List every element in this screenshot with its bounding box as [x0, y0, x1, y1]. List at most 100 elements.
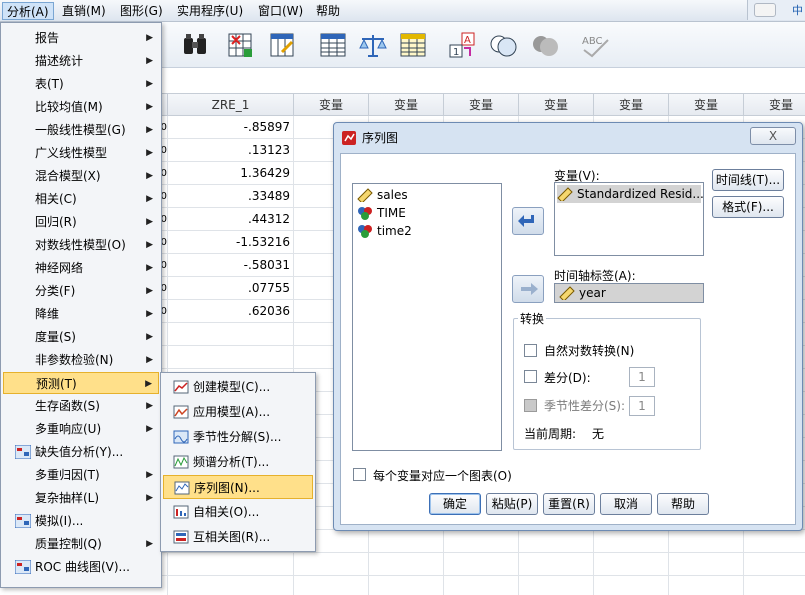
data-cell-empty[interactable] [519, 553, 594, 576]
menu-item-14[interactable]: 非参数检验(N) ▶ [3, 349, 159, 371]
move-to-time-axis-button[interactable] [512, 275, 544, 303]
column-header-var[interactable]: 变量 [744, 94, 805, 116]
menu-item-create-model[interactable]: 创建模型(C)... [163, 375, 313, 399]
menu-item-spectral-analysis[interactable]: 频谱分析(T)... [163, 450, 313, 474]
menu-utilities[interactable]: 实用程序(U) [173, 2, 247, 20]
menu-item-0[interactable]: 报告 ▶ [3, 27, 159, 49]
menu-item-5[interactable]: 广义线性模型 ▶ [3, 142, 159, 164]
seasonal-difference-checkbox[interactable] [524, 399, 537, 412]
menu-item-8[interactable]: 回归(R) ▶ [3, 211, 159, 233]
data-cell-empty[interactable] [294, 576, 369, 595]
menu-item-12[interactable]: 降维 ▶ [3, 303, 159, 325]
use-sets-icon[interactable] [488, 30, 518, 60]
data-cell-empty[interactable] [444, 576, 519, 595]
data-cell-empty[interactable] [594, 576, 669, 595]
menu-item-13[interactable]: 度量(S) ▶ [3, 326, 159, 348]
menu-item-7[interactable]: 相关(C) ▶ [3, 188, 159, 210]
binoculars-icon[interactable] [180, 30, 210, 60]
data-cell-zre[interactable]: .13123 [168, 139, 294, 162]
data-cell-empty[interactable] [744, 576, 805, 595]
menu-item-6[interactable]: 混合模型(X) ▶ [3, 165, 159, 187]
ime-indicator[interactable]: 中 [792, 2, 803, 18]
data-cell-empty[interactable] [519, 576, 594, 595]
menu-item-11[interactable]: 分类(F) ▶ [3, 280, 159, 302]
menu-item-17[interactable]: 多重响应(U) ▶ [3, 418, 159, 440]
menu-item-apply-model[interactable]: 应用模型(A)... [163, 400, 313, 424]
data-cell-zre[interactable]: .07755 [168, 277, 294, 300]
menu-item-2[interactable]: 表(T) ▶ [3, 73, 159, 95]
menu-analyze[interactable]: 分析(A) [2, 2, 54, 20]
menu-item-23[interactable]: ROC 曲线图(V)... [3, 556, 159, 578]
time-lines-button[interactable]: 时间线(T)... [712, 169, 784, 191]
data-cell-empty[interactable] [669, 553, 744, 576]
close-button[interactable]: X [750, 127, 796, 145]
menu-item-15[interactable]: 预测(T) ▶ [3, 372, 159, 394]
column-header-var[interactable]: 变量 [594, 94, 669, 116]
difference-checkbox[interactable] [524, 370, 537, 383]
weight-cases-icon[interactable] [358, 30, 388, 60]
value-labels-icon[interactable]: A 1 [448, 30, 478, 60]
insert-cases-icon[interactable] [226, 30, 256, 60]
menu-item-22[interactable]: 质量控制(Q) ▶ [3, 533, 159, 555]
data-cell-empty[interactable] [669, 576, 744, 595]
data-cell-zre[interactable]: .44312 [168, 208, 294, 231]
menu-item-4[interactable]: 一般线性模型(G) ▶ [3, 119, 159, 141]
select-cases-icon[interactable] [398, 30, 428, 60]
reset-button[interactable]: 重置(R) [543, 493, 595, 515]
split-file-icon[interactable] [318, 30, 348, 60]
menu-window[interactable]: 窗口(W) [254, 2, 307, 20]
data-cell-empty[interactable] [444, 530, 519, 553]
menu-item-16[interactable]: 生存函数(S) ▶ [3, 395, 159, 417]
menu-item-18[interactable]: 缺失值分析(Y)... [3, 441, 159, 463]
variables-list[interactable]: Standardized Resid... [554, 182, 704, 256]
source-variable-list[interactable]: sales TIME time2 [352, 183, 502, 451]
data-cell-zre[interactable]: .62036 [168, 300, 294, 323]
data-cell-empty[interactable] [744, 553, 805, 576]
menu-item-sequence-chart[interactable]: 序列图(N)... [163, 475, 313, 499]
help-button[interactable]: 帮助 [657, 493, 709, 515]
data-cell-zre[interactable] [168, 323, 294, 346]
show-all-variables-icon[interactable] [530, 30, 560, 60]
natural-log-checkbox[interactable] [524, 344, 537, 357]
menu-direct-marketing[interactable]: 直销(M) [58, 2, 110, 20]
insert-variable-icon[interactable] [268, 30, 298, 60]
format-button[interactable]: 格式(F)... [712, 196, 784, 218]
ok-button[interactable]: 确定 [429, 493, 481, 515]
data-cell-zre[interactable]: -1.53216 [168, 231, 294, 254]
data-cell-zre[interactable]: 1.36429 [168, 162, 294, 185]
menu-graphs[interactable]: 图形(G) [116, 2, 167, 20]
data-cell-empty[interactable] [369, 553, 444, 576]
data-cell-empty[interactable] [744, 530, 805, 553]
seasonal-difference-spinner[interactable]: 1 [629, 396, 655, 416]
paste-button[interactable]: 粘贴(P) [486, 493, 538, 515]
column-header-var[interactable]: 变量 [369, 94, 444, 116]
move-to-variables-button[interactable] [512, 207, 544, 235]
menu-item-1[interactable]: 描述统计 ▶ [3, 50, 159, 72]
data-cell-zre[interactable]: -.58031 [168, 254, 294, 277]
column-header-var[interactable]: 变量 [444, 94, 519, 116]
data-cell-empty[interactable] [294, 553, 369, 576]
data-cell-zre[interactable] [168, 576, 294, 595]
menu-item-autocorrelation[interactable]: 自相关(O)... [163, 500, 313, 524]
column-header-var[interactable]: 变量 [519, 94, 594, 116]
restore-icon[interactable] [754, 3, 776, 17]
data-cell-empty[interactable] [669, 530, 744, 553]
menu-item-20[interactable]: 复杂抽样(L) ▶ [3, 487, 159, 509]
one-chart-per-variable-checkbox[interactable] [353, 468, 366, 481]
time-axis-field[interactable]: year [554, 283, 704, 303]
data-cell-zre[interactable]: -.85897 [168, 116, 294, 139]
menu-item-10[interactable]: 神经网络 ▶ [3, 257, 159, 279]
difference-spinner[interactable]: 1 [629, 367, 655, 387]
data-cell-zre[interactable] [168, 553, 294, 576]
cell-editor[interactable] [160, 68, 805, 94]
column-header-var[interactable]: 变量 [669, 94, 744, 116]
column-header-zre[interactable]: ZRE_1 [168, 94, 294, 116]
data-cell-empty[interactable] [594, 530, 669, 553]
data-cell-empty[interactable] [369, 530, 444, 553]
spell-check-icon[interactable]: ABC [580, 30, 610, 60]
data-cell-empty[interactable] [594, 553, 669, 576]
menu-item-19[interactable]: 多重归因(T) ▶ [3, 464, 159, 486]
data-cell-zre[interactable]: .33489 [168, 185, 294, 208]
data-cell-empty[interactable] [519, 530, 594, 553]
cancel-button[interactable]: 取消 [600, 493, 652, 515]
